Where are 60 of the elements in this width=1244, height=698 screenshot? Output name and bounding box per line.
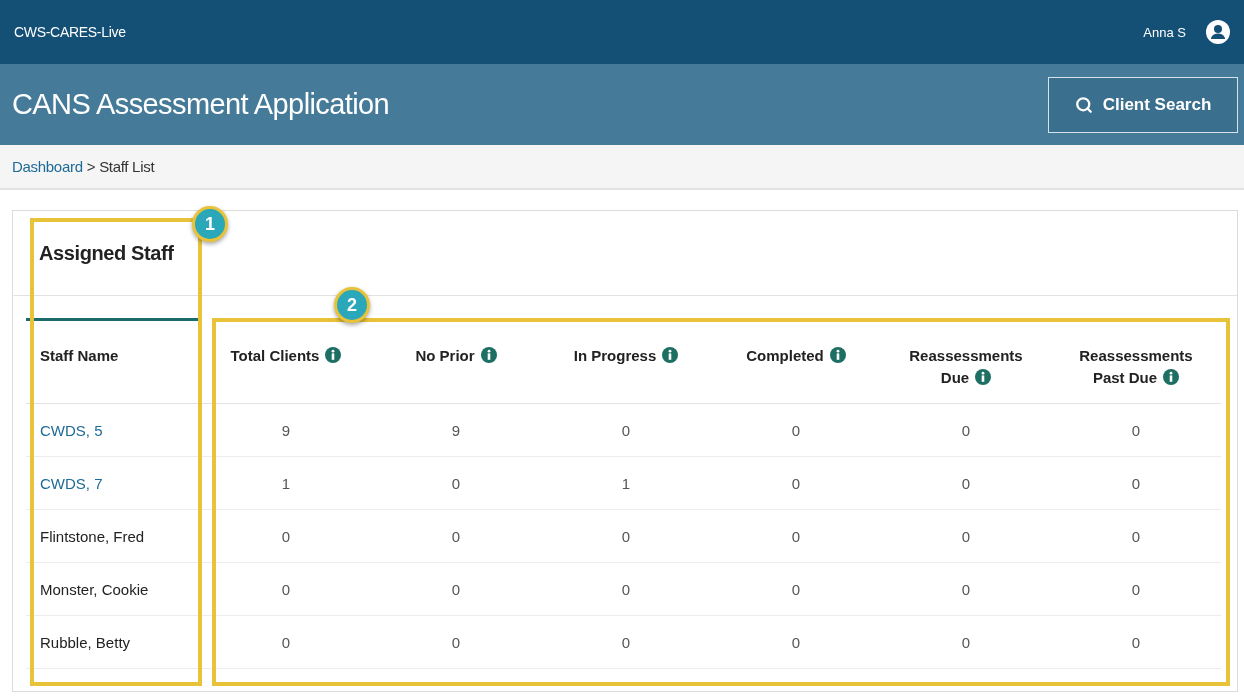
column-header: Reassessments Past Due [1079, 347, 1193, 386]
info-icon[interactable] [480, 347, 497, 363]
count-cell: 0 [541, 509, 711, 563]
info-icon[interactable] [325, 347, 342, 363]
count-cell: 0 [881, 562, 1051, 616]
count-cell: 0 [201, 562, 371, 616]
staff-name-cell: Flintstone, Fred [26, 509, 201, 563]
breadcrumb-current: Staff List [99, 158, 155, 175]
callout-badge: 1 [192, 206, 228, 242]
count-cell: 0 [711, 509, 881, 563]
count-cell: 9 [371, 403, 541, 457]
info-icon[interactable] [975, 369, 992, 385]
user-name: Anna S [1143, 24, 1186, 40]
app-title: CANS Assessment Application [12, 88, 390, 121]
user-avatar-icon[interactable] [1206, 20, 1230, 44]
count-cell: 1 [541, 456, 711, 510]
count-cell: 0 [201, 509, 371, 563]
count-cell: 0 [541, 615, 711, 669]
info-icon[interactable] [662, 347, 679, 363]
staff-name-link[interactable]: CWDS, 5 [26, 403, 201, 457]
column-header: Reassessments Due [909, 347, 1023, 386]
column-header: Completed [746, 347, 846, 364]
count-cell: 0 [711, 562, 881, 616]
count-cell: 0 [1051, 509, 1221, 563]
count-cell: 9 [201, 403, 371, 457]
info-icon[interactable] [1163, 369, 1180, 385]
count-cell: 0 [881, 403, 1051, 457]
column-header: Total Clients [230, 347, 342, 364]
callout-badge: 2 [334, 287, 370, 323]
breadcrumb-separator: > [86, 158, 96, 175]
count-cell: 0 [371, 562, 541, 616]
count-cell: 1 [201, 456, 371, 510]
column-header: In Progress [573, 347, 679, 364]
count-cell: 0 [1051, 615, 1221, 669]
count-cell: 0 [201, 615, 371, 669]
count-cell: 0 [541, 562, 711, 616]
count-cell: 0 [541, 403, 711, 457]
count-cell: 0 [371, 456, 541, 510]
staff-name-cell: Monster, Cookie [26, 562, 201, 616]
card-title: Assigned Staff [39, 241, 174, 265]
app-name: CWS-CARES-Live [14, 24, 126, 40]
column-header: Staff Name [40, 347, 119, 364]
count-cell: 0 [371, 509, 541, 563]
info-icon[interactable] [829, 347, 846, 363]
count-cell: 0 [1051, 456, 1221, 510]
count-cell: 0 [881, 615, 1051, 669]
column-header: No Prior [415, 347, 497, 364]
count-cell: 0 [711, 403, 881, 457]
count-cell: 0 [1051, 562, 1221, 616]
count-cell: 0 [711, 456, 881, 510]
count-cell: 0 [881, 456, 1051, 510]
breadcrumb-link[interactable]: Dashboard [12, 158, 83, 175]
count-cell: 0 [371, 615, 541, 669]
search-icon [1074, 95, 1093, 114]
count-cell: 0 [711, 615, 881, 669]
count-cell: 0 [1051, 403, 1221, 457]
client-search-button[interactable]: Client Search [1048, 76, 1238, 133]
staff-name-link[interactable]: CWDS, 7 [26, 456, 201, 510]
staff-name-cell: Rubble, Betty [26, 615, 201, 669]
count-cell: 0 [881, 509, 1051, 563]
